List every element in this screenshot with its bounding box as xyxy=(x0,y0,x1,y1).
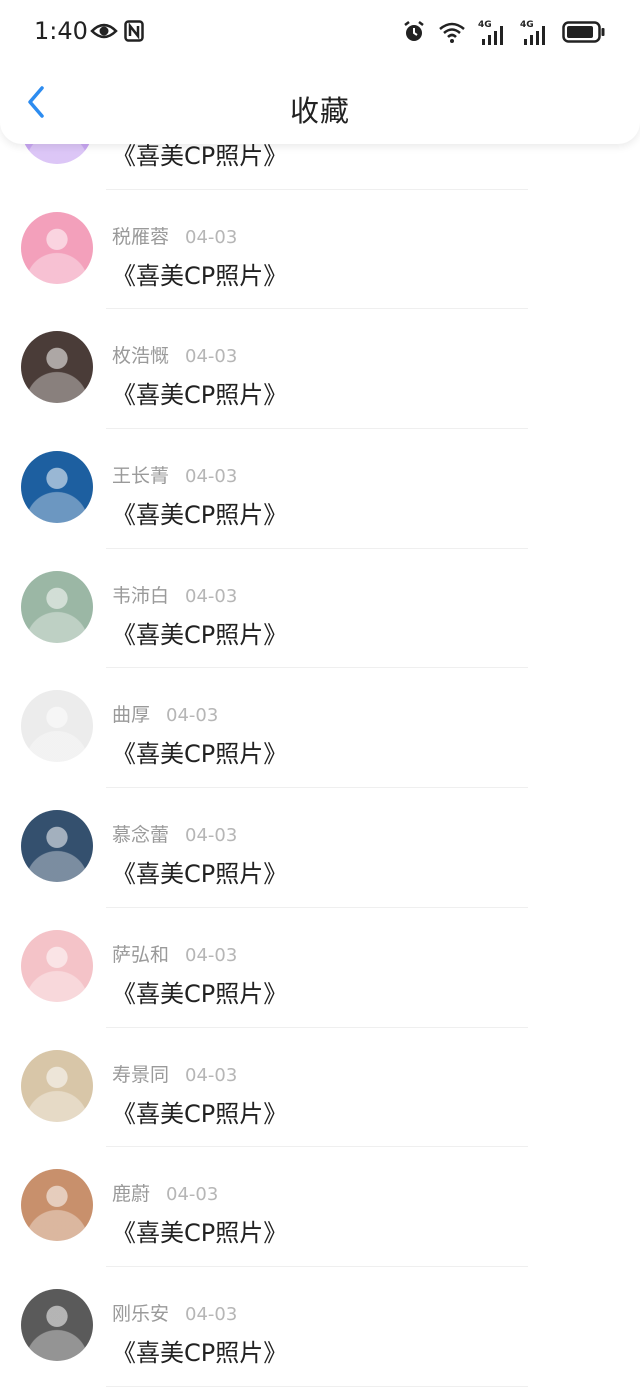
nfc-icon xyxy=(124,20,144,46)
favorite-list-item[interactable]: 慕念蕾 04-03 《喜美CP照片》 xyxy=(0,788,640,908)
avatar[interactable] xyxy=(21,451,93,524)
post-date: 04-03 xyxy=(185,466,238,488)
avatar[interactable] xyxy=(21,211,93,284)
favorite-list-item[interactable]: 王长菁 04-03 《喜美CP照片》 xyxy=(0,429,640,549)
avatar[interactable] xyxy=(21,331,93,404)
favorite-list-item[interactable]: 寿景同 04-03 《喜美CP照片》 xyxy=(0,1028,640,1148)
avatar[interactable] xyxy=(21,570,93,643)
author-line: 税雁蓉 04-03 xyxy=(112,222,237,249)
author-name: 王长菁 xyxy=(112,465,170,488)
post-title[interactable]: 《喜美CP照片》 xyxy=(112,1213,287,1248)
avatar[interactable] xyxy=(21,1049,93,1122)
favorite-list-item[interactable]: 萨弘和 04-03 《喜美CP照片》 xyxy=(0,908,640,1028)
avatar[interactable] xyxy=(21,690,93,763)
row-divider xyxy=(106,1385,528,1387)
author-name: 税雁蓉 xyxy=(112,225,170,248)
avatar[interactable] xyxy=(21,1169,93,1242)
status-right-icons: 4G 4G xyxy=(402,20,606,48)
status-left-icons xyxy=(90,20,144,46)
author-name: 刚乐安 xyxy=(112,1302,170,1325)
author-name: 韦沛白 xyxy=(112,584,170,607)
favorite-list-item[interactable]: 曲厚 04-03 《喜美CP照片》 xyxy=(0,668,640,789)
avatar[interactable] xyxy=(21,929,93,1002)
status-time: 1:40 xyxy=(34,17,88,45)
post-title[interactable]: 《喜美CP照片》 xyxy=(112,256,287,291)
author-name: 枚浩慨 xyxy=(112,345,170,368)
author-line: 曲厚 04-03 xyxy=(112,700,218,727)
header-bar: 收藏 xyxy=(0,64,640,144)
author-line: 王长菁 04-03 xyxy=(112,461,237,488)
post-date: 04-03 xyxy=(166,1184,219,1206)
wifi-icon xyxy=(438,21,466,47)
favorite-list-item[interactable]: 鹿蔚 04-03 《喜美CP照片》 xyxy=(0,1147,640,1267)
post-title[interactable]: 《喜美CP照片》 xyxy=(112,495,287,530)
author-name: 鹿蔚 xyxy=(112,1183,151,1206)
author-name: 萨弘和 xyxy=(112,943,170,966)
alarm-icon xyxy=(402,20,426,48)
author-line: 鹿蔚 04-03 xyxy=(112,1179,218,1206)
author-line: 韦沛白 04-03 xyxy=(112,581,237,608)
post-title[interactable]: 《喜美CP照片》 xyxy=(112,1094,287,1129)
author-name: 曲厚 xyxy=(112,704,151,727)
post-date: 04-03 xyxy=(166,705,219,727)
post-title[interactable]: 《喜美CP照片》 xyxy=(112,854,287,889)
favorite-list-item[interactable]: 韦沛白 04-03 《喜美CP照片》 xyxy=(0,549,640,669)
author-line: 慕念蕾 04-03 xyxy=(112,820,237,847)
signal-4g-icon: 4G xyxy=(478,20,508,46)
battery-icon xyxy=(562,20,606,48)
page-title: 收藏 xyxy=(289,94,350,128)
post-date: 04-03 xyxy=(185,1064,238,1086)
post-title[interactable]: 《喜美CP照片》 xyxy=(112,615,287,650)
post-title[interactable]: 《喜美CP照片》 xyxy=(112,734,287,769)
post-date: 04-03 xyxy=(185,1303,238,1325)
post-date: 04-03 xyxy=(185,825,238,847)
author-line: 寿景同 04-03 xyxy=(112,1060,237,1087)
author-line: 刚乐安 04-03 xyxy=(112,1299,237,1326)
post-date: 04-03 xyxy=(185,585,238,607)
post-title[interactable]: 《喜美CP照片》 xyxy=(112,974,287,1009)
status-bar: 1:40 4G 4G xyxy=(0,0,640,64)
avatar[interactable] xyxy=(21,810,93,883)
author-name: 慕念蕾 xyxy=(112,824,170,847)
post-title[interactable]: 《喜美CP照片》 xyxy=(112,375,287,410)
post-date: 04-03 xyxy=(185,944,238,966)
avatar[interactable] xyxy=(21,1288,93,1361)
favorites-list: 《喜美CP照片》 税雁蓉 04-03 《喜美CP照片》 枚浩慨 04-03 《喜美CP照片》… xyxy=(0,70,640,1387)
eye-icon xyxy=(90,21,118,45)
author-line: 萨弘和 04-03 xyxy=(112,940,237,967)
author-name: 寿景同 xyxy=(112,1063,170,1086)
favorite-list-item[interactable]: 税雁蓉 04-03 《喜美CP照片》 xyxy=(0,190,640,310)
post-date: 04-03 xyxy=(185,346,238,368)
post-title[interactable]: 《喜美CP照片》 xyxy=(112,1333,287,1368)
favorite-list-item[interactable]: 刚乐安 04-03 《喜美CP照片》 xyxy=(0,1267,640,1387)
favorite-list-item[interactable]: 枚浩慨 04-03 《喜美CP照片》 xyxy=(0,309,640,430)
signal-4g-icon: 4G xyxy=(520,20,550,46)
author-line: 枚浩慨 04-03 xyxy=(112,341,237,368)
post-date: 04-03 xyxy=(185,226,238,248)
